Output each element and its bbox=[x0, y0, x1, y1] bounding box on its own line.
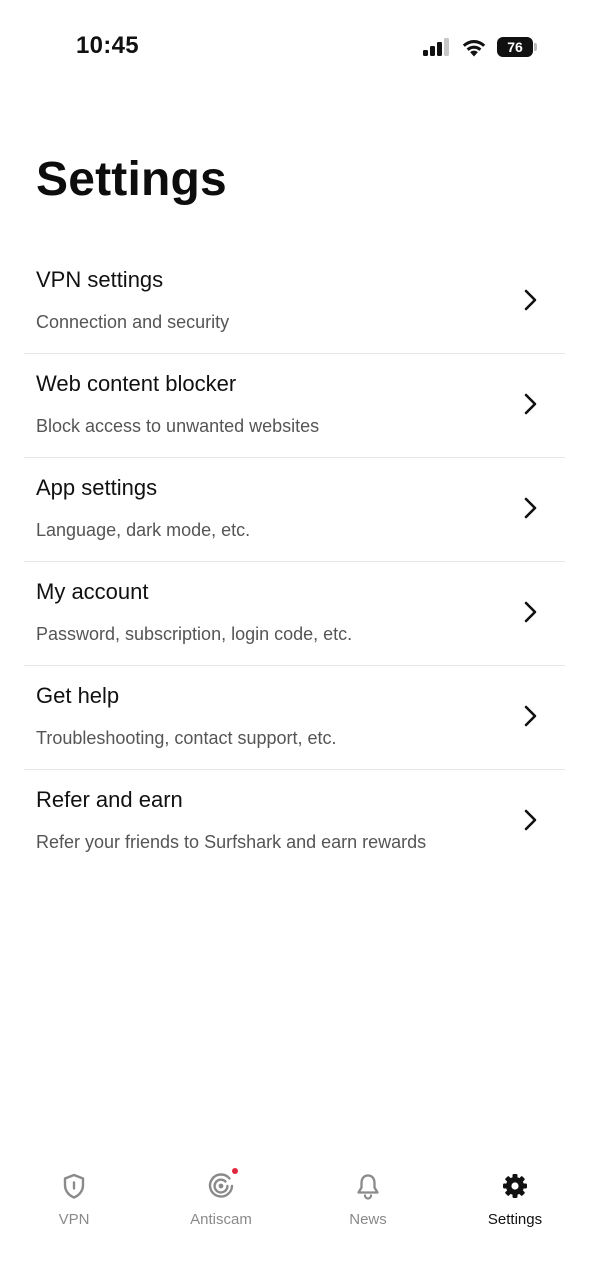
settings-item-title: Web content blocker bbox=[36, 371, 237, 396]
settings-item-title: Get help bbox=[36, 683, 120, 708]
tab-label: Settings bbox=[487, 1211, 543, 1228]
settings-item-web-content-blocker[interactable]: Web content blocker Block access to unwa… bbox=[24, 354, 565, 458]
settings-item-subtitle: Refer your friends to Surfshark and earn… bbox=[36, 832, 427, 852]
battery-level: 76 bbox=[497, 37, 533, 57]
settings-item-subtitle: Block access to unwanted websites bbox=[36, 416, 320, 436]
settings-item-title: App settings bbox=[36, 475, 158, 500]
tab-label: News bbox=[349, 1211, 387, 1228]
settings-item-my-account[interactable]: My account Password, subscription, login… bbox=[24, 562, 565, 666]
settings-list: VPN settings Connection and security Web… bbox=[24, 250, 565, 874]
tab-label: VPN bbox=[58, 1211, 90, 1228]
settings-item-get-help[interactable]: Get help Troubleshooting, contact suppor… bbox=[24, 666, 565, 770]
tab-settings[interactable]: Settings bbox=[455, 1160, 575, 1240]
settings-item-app-settings[interactable]: App settings Language, dark mode, etc. bbox=[24, 458, 565, 562]
chevron-right-icon bbox=[524, 393, 537, 415]
status-time: 10:45 bbox=[76, 32, 139, 59]
tab-antiscam[interactable]: Antiscam bbox=[161, 1160, 281, 1240]
status-bar: 10:45 76 bbox=[0, 0, 589, 96]
settings-item-subtitle: Troubleshooting, contact support, etc. bbox=[36, 728, 337, 748]
settings-item-vpn-settings[interactable]: VPN settings Connection and security bbox=[24, 250, 565, 354]
tab-news[interactable]: News bbox=[308, 1160, 428, 1240]
settings-item-subtitle: Language, dark mode, etc. bbox=[36, 520, 251, 540]
battery-cap bbox=[534, 43, 537, 51]
bell-icon bbox=[357, 1174, 379, 1200]
chevron-right-icon bbox=[524, 497, 537, 519]
settings-item-subtitle: Password, subscription, login code, etc. bbox=[36, 624, 353, 644]
battery-icon: 76 bbox=[497, 37, 537, 57]
chevron-right-icon bbox=[524, 289, 537, 311]
signal-icon bbox=[423, 38, 451, 56]
chevron-right-icon bbox=[524, 601, 537, 623]
wifi-icon bbox=[461, 38, 487, 57]
bottom-tab-bar: VPN Antiscam News Settings bbox=[0, 1160, 589, 1240]
radar-icon bbox=[208, 1173, 234, 1198]
shield-icon bbox=[63, 1173, 85, 1199]
settings-item-title: Refer and earn bbox=[36, 787, 183, 812]
status-icons: 76 bbox=[423, 36, 537, 58]
settings-item-subtitle: Connection and security bbox=[36, 312, 230, 332]
tab-label: Antiscam bbox=[190, 1211, 252, 1228]
gear-icon bbox=[503, 1174, 527, 1198]
notification-dot bbox=[232, 1168, 238, 1174]
chevron-right-icon bbox=[524, 809, 537, 831]
settings-item-title: VPN settings bbox=[36, 267, 164, 292]
chevron-right-icon bbox=[524, 705, 537, 727]
tab-vpn[interactable]: VPN bbox=[14, 1160, 134, 1240]
page-title: Settings bbox=[36, 153, 227, 206]
settings-item-refer-and-earn[interactable]: Refer and earn Refer your friends to Sur… bbox=[24, 770, 565, 874]
settings-item-title: My account bbox=[36, 579, 149, 604]
